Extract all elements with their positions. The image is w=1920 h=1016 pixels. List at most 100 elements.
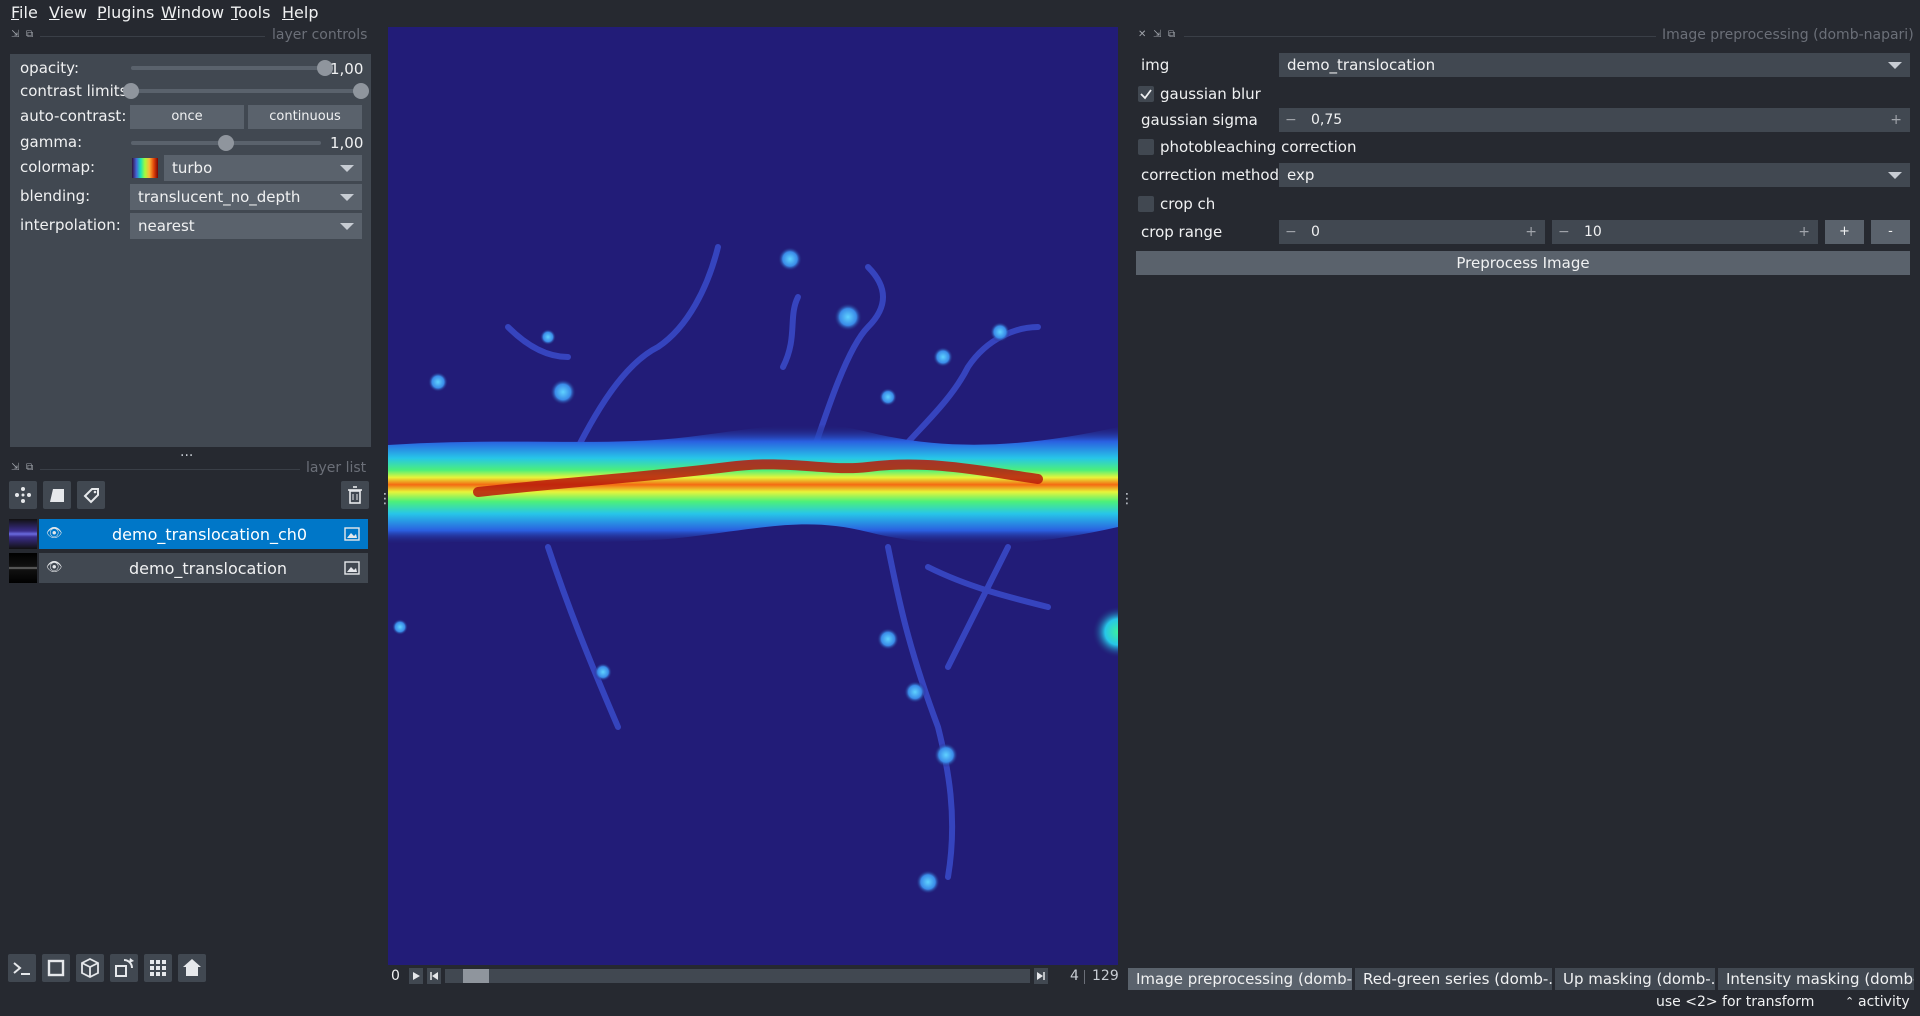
minus-icon[interactable]: −	[1285, 108, 1297, 132]
shapes-icon	[50, 489, 64, 502]
colormap-label: colormap:	[20, 158, 96, 176]
image-layer-icon	[344, 561, 360, 575]
menu-plugins[interactable]: Plugins	[97, 3, 154, 22]
caret-up-icon[interactable]: ⌃	[1845, 995, 1854, 1008]
tab-up-masking[interactable]: Up masking (domb-...	[1555, 968, 1715, 990]
gaussian-blur-checkbox[interactable]	[1138, 86, 1154, 102]
chevron-down-icon	[1888, 172, 1902, 179]
layer-list-title: layer list	[306, 460, 367, 476]
photobleaching-checkbox[interactable]	[1138, 139, 1154, 155]
auto-contrast-continuous-button[interactable]: continuous	[248, 105, 362, 129]
layer-thumbnail	[9, 519, 37, 549]
3d-view-button[interactable]	[76, 954, 104, 982]
home-icon	[183, 959, 201, 976]
transpose-button[interactable]	[110, 954, 138, 982]
interpolation-dropdown[interactable]: nearest	[130, 213, 362, 239]
console-button[interactable]	[8, 954, 36, 982]
frame-slider-handle[interactable]	[462, 969, 489, 983]
layer-name[interactable]: demo_translocation_ch0	[112, 525, 307, 544]
right-splitter-handle[interactable]: ⋮	[1120, 492, 1134, 506]
crop-range-high-spinbox[interactable]: − 10 +	[1552, 220, 1818, 244]
auto-contrast-once-button[interactable]: once	[130, 105, 244, 129]
new-shapes-layer-button[interactable]	[43, 481, 71, 509]
step-forward-button[interactable]	[1034, 968, 1048, 984]
layer-name[interactable]: demo_translocation	[129, 559, 287, 578]
img-dropdown[interactable]: demo_translocation	[1279, 53, 1910, 77]
contrast-high-handle[interactable]	[353, 83, 369, 99]
tab-red-green-series[interactable]: Red-green series (domb-...	[1355, 968, 1552, 990]
plus-icon[interactable]: +	[1525, 220, 1537, 244]
minus-icon[interactable]: −	[1285, 220, 1297, 244]
viewer-canvas[interactable]	[388, 27, 1118, 965]
frame-separator	[1084, 970, 1085, 984]
close-icon[interactable]: ✕	[1138, 29, 1146, 40]
contrast-limits-slider[interactable]	[131, 89, 361, 93]
layer-controls-title: layer controls	[272, 27, 368, 43]
terminal-icon	[13, 962, 30, 975]
current-frame: 4	[1070, 968, 1079, 984]
eye-icon[interactable]: 👁	[46, 560, 63, 575]
title-rule	[40, 36, 265, 37]
new-points-layer-button[interactable]	[9, 481, 37, 509]
menu-window[interactable]: Window	[161, 3, 224, 22]
float-icon[interactable]: ⇲	[11, 29, 19, 40]
auto-contrast-label: auto-contrast:	[20, 107, 127, 125]
gamma-slider-handle[interactable]	[218, 135, 234, 151]
activity-button[interactable]: activity	[1858, 994, 1910, 1010]
menu-tools[interactable]: Tools	[231, 3, 270, 22]
crop-ch-checkbox[interactable]	[1138, 196, 1154, 212]
frame-slider[interactable]	[445, 969, 1030, 983]
points-icon	[15, 487, 31, 503]
chevron-down-icon	[340, 194, 354, 201]
preprocess-image-button[interactable]: Preprocess Image	[1136, 251, 1910, 275]
gaussian-sigma-value[interactable]: 0,75	[1311, 108, 1342, 132]
eye-icon[interactable]: 👁	[46, 526, 63, 541]
pin-icon[interactable]: ⧉	[26, 29, 33, 40]
delete-layer-button[interactable]	[341, 481, 369, 509]
layer-row[interactable]: 👁 demo_translocation_ch0	[9, 519, 368, 549]
reset-view-button[interactable]	[178, 954, 206, 982]
menu-view[interactable]: View	[49, 3, 87, 22]
float-icon[interactable]: ⇲	[1153, 29, 1161, 40]
new-labels-layer-button[interactable]	[77, 481, 105, 509]
gamma-value: 1,00	[330, 134, 364, 152]
colormap-dropdown[interactable]: turbo	[164, 155, 362, 181]
plus-icon[interactable]: +	[1798, 220, 1810, 244]
menu-help[interactable]: Help	[282, 3, 318, 22]
gaussian-sigma-spinbox[interactable]: − 0,75 +	[1279, 108, 1910, 132]
tab-image-preprocessing[interactable]: Image preprocessing (domb-...	[1128, 968, 1352, 990]
step-back-button[interactable]	[427, 968, 441, 984]
play-button[interactable]	[409, 968, 423, 984]
menu-file[interactable]: File	[11, 3, 38, 22]
tag-icon	[83, 488, 99, 504]
tab-intensity-masking[interactable]: Intensity masking (domb-...	[1718, 968, 1914, 990]
gaussian-blur-label: gaussian blur	[1160, 85, 1261, 103]
correction-method-dropdown[interactable]: exp	[1279, 163, 1910, 187]
skip-back-icon	[430, 972, 438, 980]
chevron-down-icon	[1888, 62, 1902, 69]
interpolation-label: interpolation:	[20, 216, 121, 234]
minus-icon[interactable]: −	[1558, 220, 1570, 244]
crop-range-remove-button[interactable]: -	[1871, 220, 1910, 244]
dock-splitter-handle[interactable]: ...	[180, 444, 193, 460]
rotate-icon	[115, 958, 134, 977]
crop-range-low-spinbox[interactable]: − 0 +	[1279, 220, 1545, 244]
crop-range-high-value[interactable]: 10	[1584, 220, 1602, 244]
toggle-ndisplay-button[interactable]	[42, 954, 70, 982]
crop-range-add-button[interactable]: +	[1825, 220, 1864, 244]
plugin-title: Image preprocessing (domb-napari)	[1662, 27, 1914, 43]
play-icon	[413, 972, 420, 980]
plus-icon[interactable]: +	[1890, 108, 1902, 132]
pin-icon[interactable]: ⧉	[26, 462, 33, 473]
grid-view-button[interactable]	[144, 954, 172, 982]
crop-ch-label: crop ch	[1160, 195, 1216, 213]
contrast-low-handle[interactable]	[123, 83, 139, 99]
gamma-label: gamma:	[20, 133, 83, 151]
crop-range-low-value[interactable]: 0	[1311, 220, 1320, 244]
blending-dropdown[interactable]: translucent_no_depth	[130, 184, 362, 210]
layer-row[interactable]: 👁 demo_translocation	[9, 553, 368, 583]
pin-icon[interactable]: ⧉	[1168, 29, 1175, 40]
float-icon[interactable]: ⇲	[11, 462, 19, 473]
opacity-slider[interactable]	[131, 66, 325, 70]
title-rule	[40, 469, 300, 470]
